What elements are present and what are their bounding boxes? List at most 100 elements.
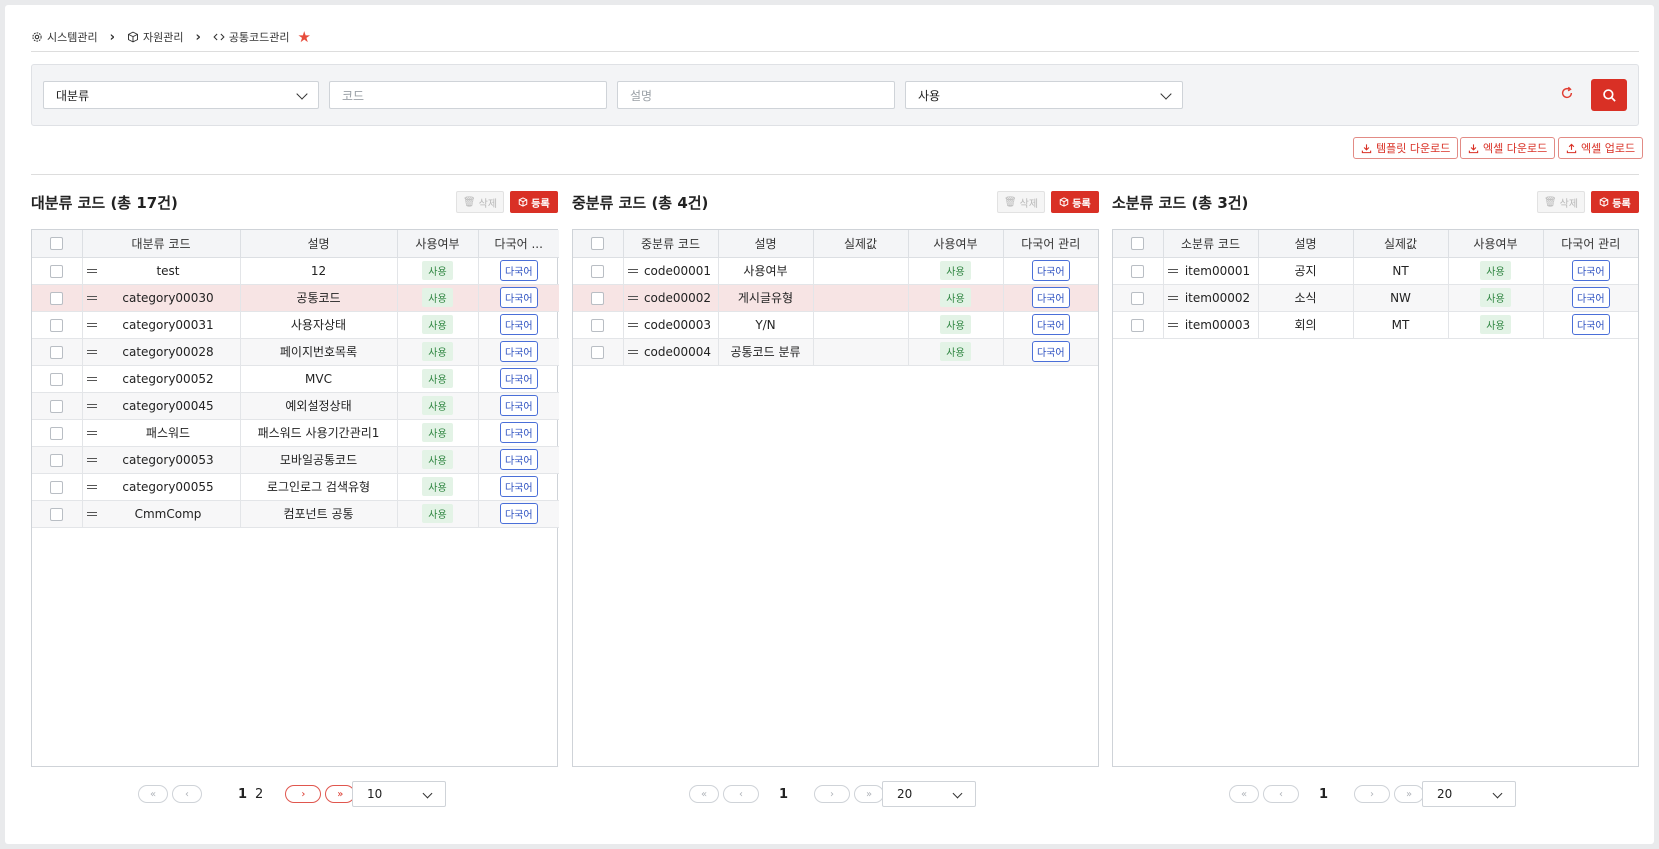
table-row[interactable]: item00003 회의 MT 사용 다국어 xyxy=(1113,311,1638,339)
drag-handle-icon[interactable] xyxy=(86,295,97,300)
drag-handle-icon[interactable] xyxy=(86,376,97,381)
column-header[interactable]: 중분류 코드 xyxy=(623,230,719,258)
row-checkbox[interactable] xyxy=(1131,318,1145,332)
column-header[interactable]: 대분류 코드 xyxy=(82,230,241,258)
refresh-icon[interactable] xyxy=(1560,85,1574,104)
row-checkbox[interactable] xyxy=(50,399,64,413)
multilang-button[interactable]: 다국어 xyxy=(1571,314,1610,335)
table-row[interactable]: code00003 Y/N 사용 다국어 xyxy=(573,311,1098,339)
drag-handle-icon[interactable] xyxy=(86,268,97,273)
column-header[interactable]: 사용여부 xyxy=(397,230,479,258)
table-row[interactable]: category00028 페이지번호목록 사용 다국어 xyxy=(32,338,559,366)
column-header[interactable]: 사용여부 xyxy=(1448,230,1544,258)
row-checkbox[interactable] xyxy=(591,291,605,305)
row-checkbox-cell[interactable] xyxy=(1113,311,1164,339)
next-page-button[interactable]: › xyxy=(1354,785,1391,803)
row-checkbox[interactable] xyxy=(1131,264,1145,278)
prev-page-button[interactable]: ‹ xyxy=(1263,785,1299,803)
prev-page-button[interactable]: ‹ xyxy=(723,785,759,803)
drag-handle-icon[interactable] xyxy=(627,268,638,273)
row-checkbox-cell[interactable] xyxy=(32,446,83,474)
table-row[interactable]: code00002 게시글유형 사용 다국어 xyxy=(573,284,1098,312)
last-page-button[interactable]: » xyxy=(1394,785,1425,803)
row-checkbox-cell[interactable] xyxy=(573,338,624,366)
major-page-size-select[interactable]: 10 xyxy=(352,781,446,807)
multilang-button[interactable]: 다국어 xyxy=(499,314,538,335)
row-checkbox[interactable] xyxy=(50,453,64,467)
breadcrumb-item-system[interactable]: 시스템관리 xyxy=(31,29,98,45)
drag-handle-icon[interactable] xyxy=(1167,268,1178,273)
row-checkbox-cell[interactable] xyxy=(32,311,83,339)
row-checkbox-cell[interactable] xyxy=(32,473,83,501)
major-register-button[interactable]: 등록 xyxy=(510,191,558,213)
row-checkbox-cell[interactable] xyxy=(32,392,83,420)
table-row[interactable]: item00001 공지 NT 사용 다국어 xyxy=(1113,257,1638,285)
multilang-button[interactable]: 다국어 xyxy=(1571,287,1610,308)
search-button[interactable] xyxy=(1591,79,1627,111)
minor-delete-button[interactable]: 🗑 삭제 xyxy=(1537,191,1585,213)
multilang-button[interactable]: 다국어 xyxy=(1031,341,1070,362)
table-row[interactable]: code00004 공통코드 분류 사용 다국어 xyxy=(573,338,1098,366)
page-number[interactable]: 1 xyxy=(238,787,247,802)
first-page-button[interactable]: « xyxy=(138,785,168,803)
row-checkbox[interactable] xyxy=(50,345,64,359)
multilang-button[interactable]: 다국어 xyxy=(1031,260,1070,281)
row-checkbox[interactable] xyxy=(1131,291,1145,305)
row-checkbox-cell[interactable] xyxy=(573,284,624,312)
row-checkbox[interactable] xyxy=(50,372,64,386)
row-checkbox-cell[interactable] xyxy=(573,257,624,285)
drag-handle-icon[interactable] xyxy=(627,349,638,354)
middle-page-size-select[interactable]: 20 xyxy=(882,781,976,807)
drag-handle-icon[interactable] xyxy=(86,457,97,462)
favorite-star-icon[interactable]: ★ xyxy=(298,28,311,46)
template-download-button[interactable]: 템플릿 다운로드 xyxy=(1353,137,1459,159)
row-checkbox[interactable] xyxy=(50,318,64,332)
column-header[interactable]: 실제값 xyxy=(1353,230,1449,258)
select-all-checkbox[interactable] xyxy=(591,237,605,251)
column-header[interactable]: 실제값 xyxy=(813,230,909,258)
table-row[interactable]: code00001 사용여부 사용 다국어 xyxy=(573,257,1098,285)
multilang-button[interactable]: 다국어 xyxy=(1571,260,1610,281)
column-header[interactable]: 다국어 관리 xyxy=(1543,230,1638,258)
row-checkbox[interactable] xyxy=(50,426,64,440)
minor-register-button[interactable]: 등록 xyxy=(1591,191,1639,213)
last-page-button[interactable]: » xyxy=(325,785,356,803)
major-category-select[interactable]: 대분류 xyxy=(43,81,319,109)
drag-handle-icon[interactable] xyxy=(86,322,97,327)
row-checkbox-cell[interactable] xyxy=(32,338,83,366)
breadcrumb-item-common-code[interactable]: 공통코드관리 xyxy=(213,29,290,45)
multilang-button[interactable]: 다국어 xyxy=(499,449,538,470)
row-checkbox-cell[interactable] xyxy=(32,284,83,312)
row-checkbox[interactable] xyxy=(591,264,605,278)
prev-page-button[interactable]: ‹ xyxy=(172,785,202,803)
last-page-button[interactable]: » xyxy=(854,785,885,803)
excel-download-button[interactable]: 엑셀 다운로드 xyxy=(1460,137,1556,159)
table-row[interactable]: category00055 로그인로그 검색유형 사용 다국어 xyxy=(32,473,559,501)
row-checkbox[interactable] xyxy=(591,345,605,359)
next-page-button[interactable]: › xyxy=(814,785,851,803)
table-row[interactable]: category00053 모바일공통코드 사용 다국어 xyxy=(32,446,559,474)
breadcrumb-item-resource[interactable]: 자원관리 xyxy=(127,29,183,45)
select-all-checkbox[interactable] xyxy=(50,237,64,251)
multilang-button[interactable]: 다국어 xyxy=(499,368,538,389)
row-checkbox-cell[interactable] xyxy=(1113,284,1164,312)
row-checkbox[interactable] xyxy=(50,291,64,305)
code-input[interactable]: 코드 xyxy=(329,81,607,109)
select-all-checkbox-cell[interactable] xyxy=(1113,230,1164,258)
multilang-button[interactable]: 다국어 xyxy=(499,422,538,443)
table-row[interactable]: item00002 소식 NW 사용 다국어 xyxy=(1113,284,1638,312)
column-header[interactable]: 설명 xyxy=(240,230,398,258)
row-checkbox-cell[interactable] xyxy=(32,257,83,285)
drag-handle-icon[interactable] xyxy=(1167,322,1178,327)
table-row[interactable]: test 12 사용 다국어 xyxy=(32,257,559,285)
row-checkbox[interactable] xyxy=(50,480,64,494)
multilang-button[interactable]: 다국어 xyxy=(499,476,538,497)
use-status-select[interactable]: 사용 xyxy=(905,81,1183,109)
column-header[interactable]: 다국어 ... xyxy=(478,230,559,258)
row-checkbox-cell[interactable] xyxy=(1113,257,1164,285)
row-checkbox[interactable] xyxy=(591,318,605,332)
row-checkbox-cell[interactable] xyxy=(32,419,83,447)
page-number[interactable]: 1 xyxy=(1319,787,1328,802)
first-page-button[interactable]: « xyxy=(689,785,719,803)
page-number[interactable]: 1 xyxy=(779,787,788,802)
